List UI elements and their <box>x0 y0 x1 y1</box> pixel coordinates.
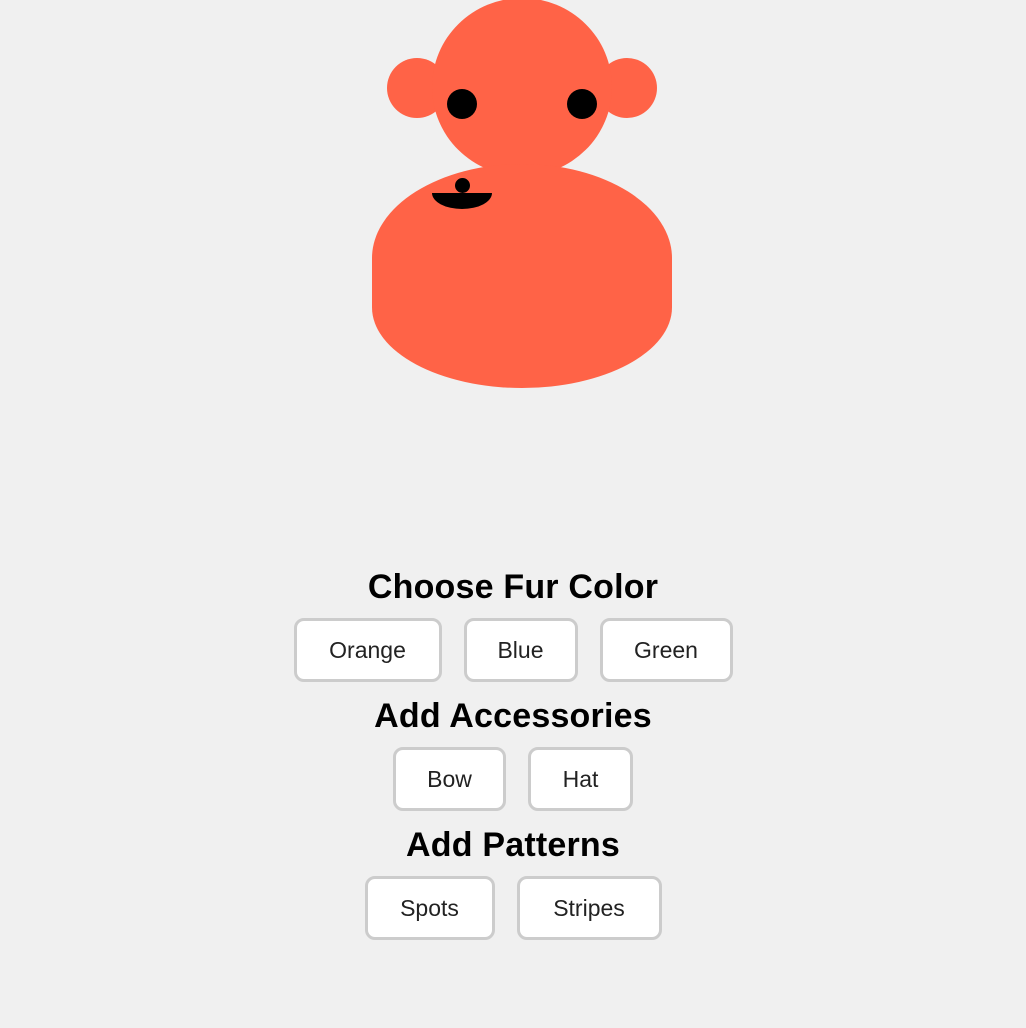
fur-color-options: Orange Blue Green <box>0 617 1026 683</box>
body <box>372 164 672 388</box>
pet-customizer: Choose Fur Color Orange Blue Green Add A… <box>0 0 1026 1028</box>
accessory-options: Bow Hat <box>0 746 1026 812</box>
head <box>432 0 612 176</box>
accessories-heading: Add Accessories <box>374 697 652 735</box>
character-preview <box>0 0 1026 400</box>
patterns-heading: Add Patterns <box>406 826 620 864</box>
customization-controls: Choose Fur Color Orange Blue Green Add A… <box>0 562 1026 949</box>
right-eye <box>567 89 597 119</box>
pattern-options: Spots Stripes <box>0 875 1026 941</box>
hat-button[interactable]: Hat <box>528 747 633 811</box>
bow-button[interactable]: Bow <box>393 747 506 811</box>
left-eye <box>447 89 477 119</box>
blue-fur-button[interactable]: Blue <box>463 618 578 682</box>
green-fur-button[interactable]: Green <box>599 618 733 682</box>
orange-fur-button[interactable]: Orange <box>293 618 442 682</box>
fur-color-heading: Choose Fur Color <box>367 568 659 606</box>
nose <box>455 178 470 193</box>
stripes-button[interactable]: Stripes <box>516 876 662 940</box>
spots-button[interactable]: Spots <box>364 876 495 940</box>
